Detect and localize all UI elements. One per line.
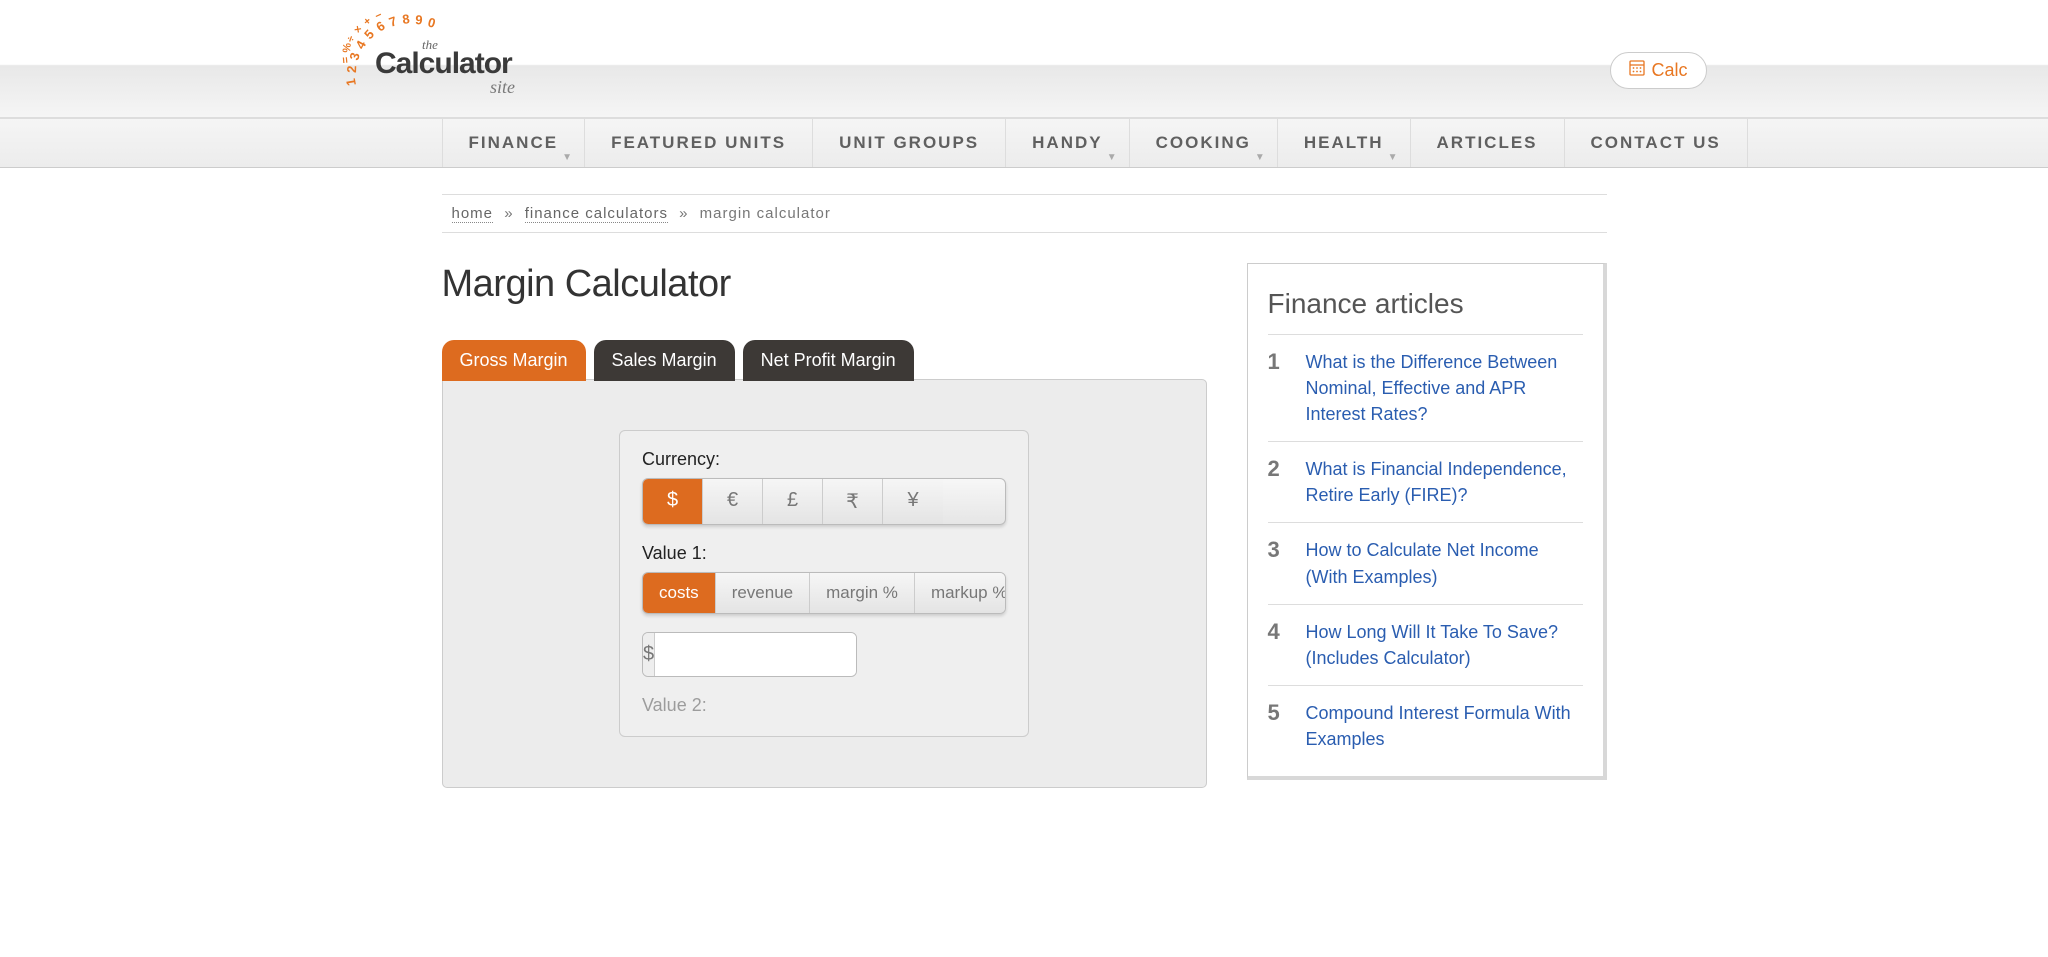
article-item: 1What is the Difference Between Nominal,… bbox=[1268, 334, 1583, 441]
top-bar: = % ÷ × + − 1 2 3 4 5 6 7 8 9 0 bbox=[0, 0, 2048, 118]
calculator-icon bbox=[1629, 60, 1645, 81]
article-number: 2 bbox=[1268, 456, 1288, 508]
nav-item-health[interactable]: HEALTH▼ bbox=[1277, 119, 1410, 167]
tabs: Gross MarginSales MarginNet Profit Margi… bbox=[442, 340, 1207, 381]
nav-item-finance[interactable]: FINANCE▼ bbox=[442, 119, 585, 167]
chevron-down-icon: ▼ bbox=[562, 152, 574, 163]
value1-input-group: $ bbox=[642, 632, 857, 677]
value1-toggle: costsrevenuemargin %markup % bbox=[642, 572, 1006, 614]
svg-text:+: + bbox=[361, 15, 374, 28]
breadcrumb-home[interactable]: home bbox=[452, 205, 494, 223]
svg-text:8: 8 bbox=[401, 11, 410, 27]
svg-text:1: 1 bbox=[342, 77, 358, 87]
value1-option-margin-[interactable]: margin % bbox=[810, 573, 915, 613]
article-number: 4 bbox=[1268, 619, 1288, 671]
breadcrumb: home » finance calculators » margin calc… bbox=[442, 194, 1607, 233]
sidebar-title: Finance articles bbox=[1268, 288, 1583, 320]
svg-text:9: 9 bbox=[414, 12, 422, 27]
finance-articles-box: Finance articles 1What is the Difference… bbox=[1247, 263, 1607, 780]
currency-option-2[interactable]: £ bbox=[763, 479, 823, 524]
value1-option-costs[interactable]: costs bbox=[643, 573, 716, 613]
nav-item-cooking[interactable]: COOKING▼ bbox=[1129, 119, 1277, 167]
value1-input[interactable] bbox=[655, 633, 857, 676]
article-link[interactable]: Compound Interest Formula With Examples bbox=[1306, 700, 1583, 752]
nav-item-handy[interactable]: HANDY▼ bbox=[1005, 119, 1128, 167]
article-number: 3 bbox=[1268, 537, 1288, 589]
nav-item-contact-us[interactable]: CONTACT US bbox=[1564, 119, 1748, 167]
article-item: 5 Compound Interest Formula With Examples bbox=[1268, 685, 1583, 766]
chevron-down-icon: ▼ bbox=[1107, 152, 1119, 163]
tab-net-profit-margin[interactable]: Net Profit Margin bbox=[743, 340, 914, 381]
value1-currency-prefix: $ bbox=[643, 633, 655, 676]
chevron-down-icon: ▼ bbox=[1388, 152, 1400, 163]
svg-text:5: 5 bbox=[361, 27, 377, 42]
calculator-box: Currency: $€£₹¥ Value 1: costsrevenuemar… bbox=[619, 430, 1029, 737]
value1-label: Value 1: bbox=[642, 543, 1006, 564]
page-title: Margin Calculator bbox=[442, 263, 1207, 306]
breadcrumb-sep: » bbox=[504, 205, 513, 222]
article-item: 4 How Long Will It Take To Save? (Include… bbox=[1268, 604, 1583, 685]
calc-launch-button[interactable]: Calc bbox=[1610, 52, 1706, 89]
currency-option-4[interactable]: ¥ bbox=[883, 479, 943, 524]
article-list: 1What is the Difference Between Nominal,… bbox=[1268, 334, 1583, 766]
article-link[interactable]: How Long Will It Take To Save? (Includes… bbox=[1306, 619, 1583, 671]
svg-text:site: site bbox=[490, 77, 515, 97]
tab-sales-margin[interactable]: Sales Margin bbox=[594, 340, 735, 381]
nav-item-articles[interactable]: ARTICLES bbox=[1410, 119, 1564, 167]
chevron-down-icon: ▼ bbox=[1255, 152, 1267, 163]
article-item: 3 How to Calculate Net Income (With Examp… bbox=[1268, 522, 1583, 603]
nav-item-featured-units[interactable]: FEATURED UNITS bbox=[584, 119, 812, 167]
breadcrumb-finance-calculators[interactable]: finance calculators bbox=[525, 205, 668, 223]
main-nav: FINANCE▼FEATURED UNITSUNIT GROUPSHANDY▼C… bbox=[0, 118, 2048, 168]
currency-label: Currency: bbox=[642, 449, 1006, 470]
calc-button-label: Calc bbox=[1651, 60, 1687, 81]
value2-label: Value 2: bbox=[642, 695, 1006, 716]
article-number: 5 bbox=[1268, 700, 1288, 752]
currency-option-3[interactable]: ₹ bbox=[823, 479, 883, 524]
article-link[interactable]: What is the Difference Between Nominal, … bbox=[1306, 349, 1583, 427]
tab-gross-margin[interactable]: Gross Margin bbox=[442, 340, 586, 381]
currency-option-1[interactable]: € bbox=[703, 479, 763, 524]
article-link[interactable]: What is Financial Independence, Retire E… bbox=[1306, 456, 1583, 508]
svg-text:7: 7 bbox=[386, 13, 398, 30]
currency-option-0[interactable]: $ bbox=[643, 479, 703, 524]
svg-text:2: 2 bbox=[344, 65, 359, 73]
svg-text:Calculator: Calculator bbox=[375, 47, 513, 80]
currency-toggle: $€£₹¥ bbox=[642, 478, 1006, 525]
article-link[interactable]: How to Calculate Net Income (With Exampl… bbox=[1306, 537, 1583, 589]
article-item: 2 What is Financial Independence, Retire … bbox=[1268, 441, 1583, 522]
svg-text:4: 4 bbox=[352, 37, 369, 51]
breadcrumb-current: margin calculator bbox=[700, 205, 831, 222]
calculator-panel: Currency: $€£₹¥ Value 1: costsrevenuemar… bbox=[442, 379, 1207, 788]
value1-option-markup-[interactable]: markup % bbox=[915, 573, 1006, 613]
article-number: 1 bbox=[1268, 349, 1288, 427]
breadcrumb-sep: » bbox=[679, 205, 688, 222]
svg-text:6: 6 bbox=[373, 18, 387, 34]
svg-text:0: 0 bbox=[426, 14, 437, 30]
site-logo[interactable]: = % ÷ × + − 1 2 3 4 5 6 7 8 9 0 bbox=[342, 5, 552, 110]
value1-option-revenue[interactable]: revenue bbox=[716, 573, 810, 613]
nav-item-unit-groups[interactable]: UNIT GROUPS bbox=[812, 119, 1005, 167]
